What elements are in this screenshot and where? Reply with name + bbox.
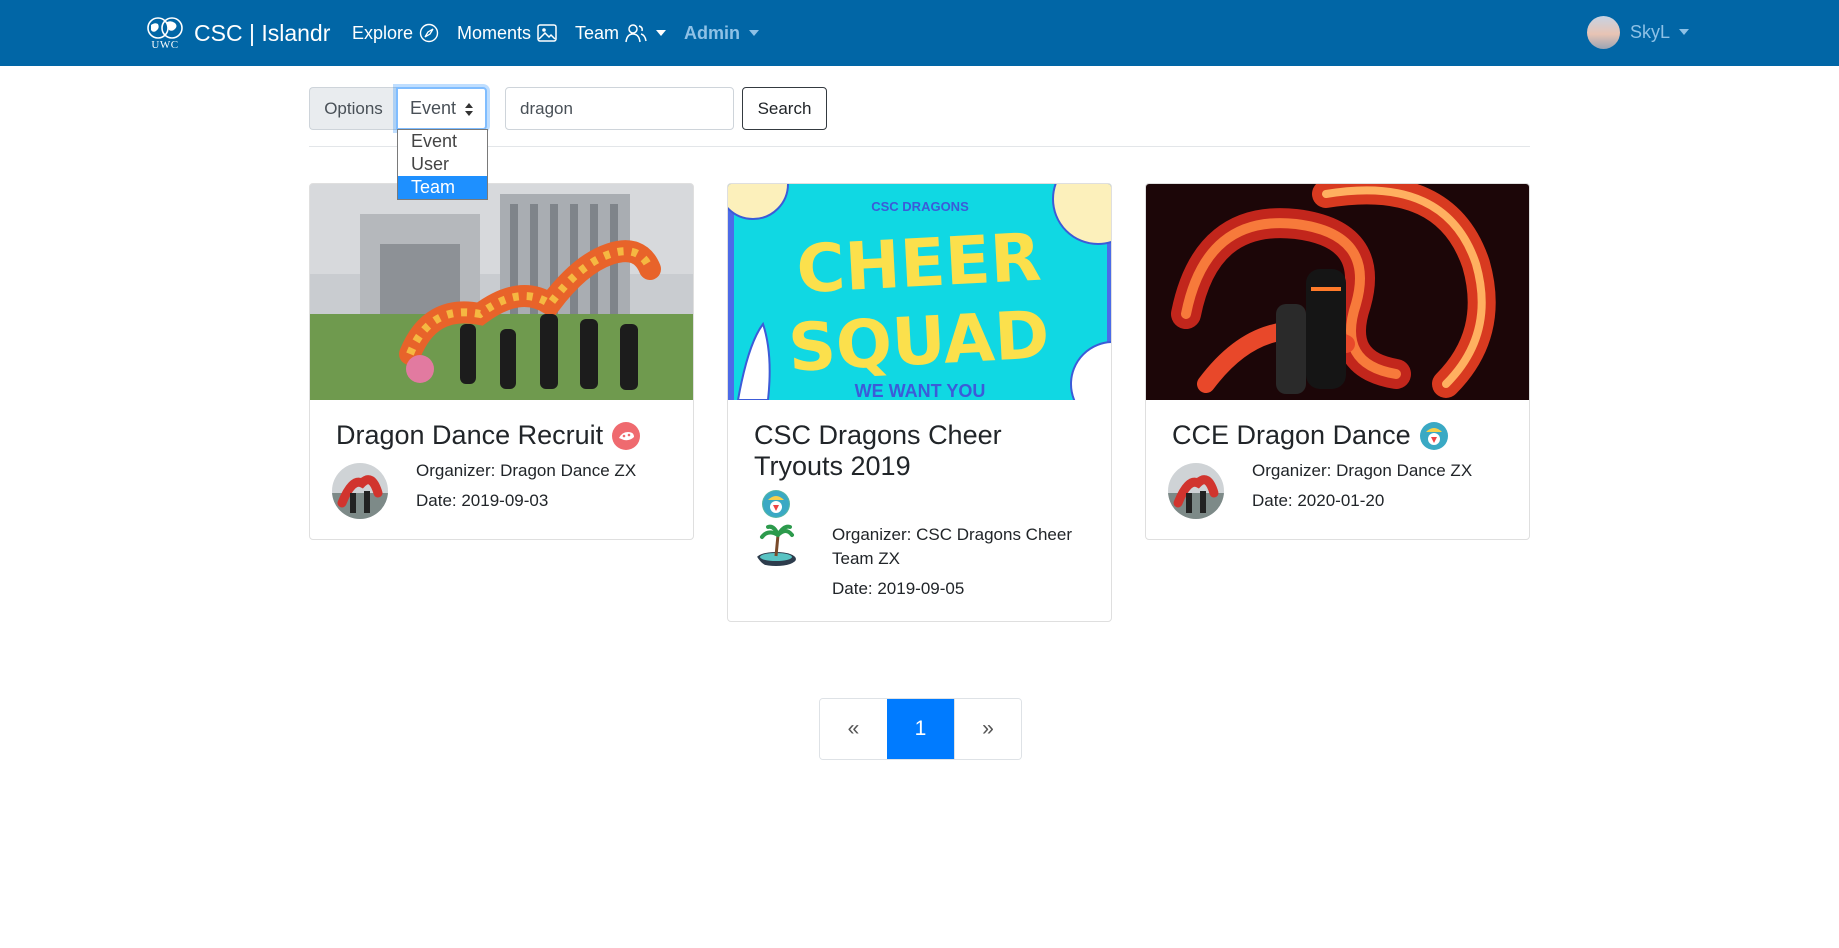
organizer-avatar	[1168, 463, 1224, 519]
nav-explore-label: Explore	[352, 22, 414, 43]
event-date: Date: 2019-09-05	[832, 579, 965, 598]
brand-title: CSC | Islandr	[194, 19, 331, 46]
nav-team-label: Team	[575, 22, 620, 43]
search-type-select[interactable]: Event	[396, 87, 487, 130]
brand-link[interactable]: UWC CSC | Islandr	[146, 12, 330, 54]
search-input[interactable]: dragon	[505, 87, 734, 130]
nav-moments[interactable]: Moments	[457, 20, 557, 46]
pagination-prev[interactable]: «	[820, 699, 887, 759]
chevron-down-icon	[749, 30, 759, 36]
event-image: CSC DRAGONS CHEER SQUAD WE WANT YOU	[728, 184, 1111, 400]
search-button[interactable]: Search	[742, 87, 827, 130]
pagination: « 1 »	[819, 698, 1022, 760]
event-date: Date: 2019-09-03	[416, 491, 549, 510]
top-navbar: UWC CSC | Islandr Explore Moments Team A…	[0, 0, 1839, 66]
event-organizer: Organizer: Dragon Dance ZX	[1252, 461, 1473, 480]
dropdown-option-event[interactable]: Event	[398, 130, 487, 153]
pagination-next[interactable]: »	[954, 699, 1021, 759]
image-text-line1: CHEER	[795, 219, 1043, 309]
select-arrows-icon	[465, 103, 473, 117]
nav-admin-dropdown[interactable]: Admin	[684, 20, 759, 46]
event-title[interactable]: Dragon Dance Recruit	[336, 420, 603, 451]
organizer-avatar	[754, 521, 802, 569]
logo-text: UWC	[151, 38, 179, 51]
event-image	[1146, 184, 1529, 400]
dropdown-option-team[interactable]: Team	[398, 176, 487, 199]
user-menu-dropdown[interactable]: SkyL	[1587, 15, 1690, 49]
pagination-page-current[interactable]: 1	[887, 699, 954, 759]
nav-explore[interactable]: Explore	[352, 20, 439, 46]
organizer-avatar	[332, 463, 388, 519]
uwc-logo: UWC	[146, 13, 184, 53]
options-label: Options	[309, 87, 397, 130]
divider	[309, 146, 1530, 147]
event-date: Date: 2020-01-20	[1252, 491, 1385, 510]
event-organizer: Organizer: Dragon Dance ZX	[416, 461, 637, 480]
event-title[interactable]: CSC Dragons Cheer Tryouts 2019	[754, 420, 1002, 481]
nav-admin-label: Admin	[684, 22, 740, 43]
event-title[interactable]: CCE Dragon Dance	[1172, 420, 1411, 451]
globe-logo-icon	[147, 16, 183, 39]
event-image	[310, 184, 693, 400]
image-text-line2: SQUAD	[786, 296, 1051, 387]
search-type-value: Event	[410, 98, 457, 118]
nav-team-dropdown[interactable]: Team	[575, 20, 667, 46]
user-name: SkyL	[1630, 21, 1671, 42]
event-card[interactable]: CCE Dragon Dance Organizer: Dragon Dance…	[1145, 183, 1530, 540]
image-text-top: CSC DRAGONS	[871, 199, 969, 214]
event-organizer: Organizer: CSC Dragons Cheer Team ZX	[832, 525, 1072, 568]
image-text-bottom: WE WANT YOU	[855, 381, 986, 400]
event-category-icon	[612, 421, 641, 450]
avatar	[1587, 15, 1620, 49]
event-category-icon	[762, 490, 790, 518]
team-icon	[625, 23, 647, 43]
event-category-icon	[1419, 421, 1448, 450]
compass-icon	[419, 23, 439, 43]
dropdown-option-user[interactable]: User	[398, 153, 487, 176]
nav-moments-label: Moments	[457, 22, 532, 43]
chevron-down-icon	[656, 30, 667, 36]
search-type-dropdown: Event User Team	[397, 129, 488, 200]
event-card[interactable]: CSC DRAGONS CHEER SQUAD WE WANT YOU CSC …	[727, 183, 1112, 622]
chevron-down-icon	[1679, 29, 1690, 35]
image-icon	[537, 24, 557, 42]
event-card[interactable]: Dragon Dance Recruit Organizer: Dragon D…	[309, 183, 694, 540]
